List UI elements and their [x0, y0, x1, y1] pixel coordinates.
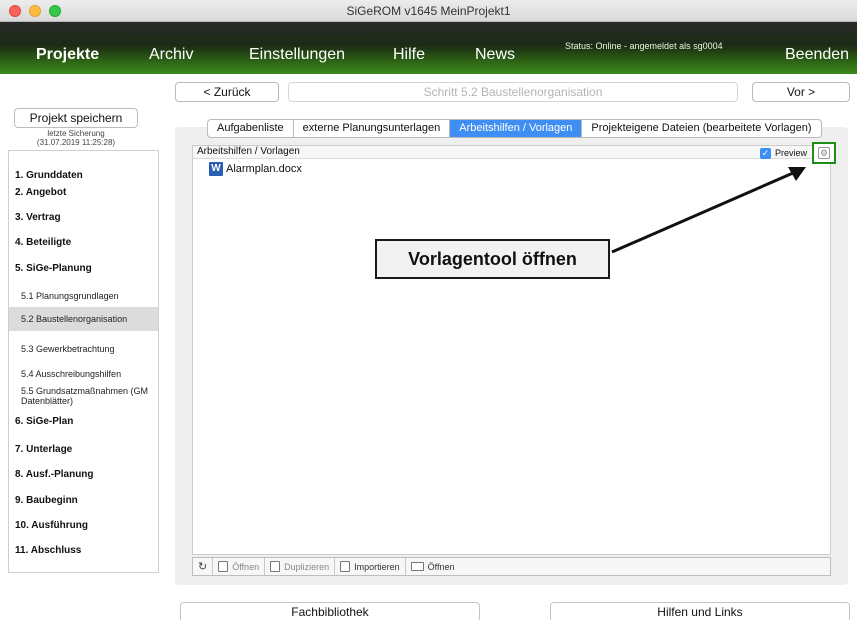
- gear-icon: ⚙: [818, 147, 830, 159]
- window-titlebar: SiGeROM v1645 MeinProjekt1: [0, 0, 857, 22]
- template-tool-button[interactable]: ⚙: [812, 142, 836, 164]
- menu-hilfe[interactable]: Hilfe: [393, 46, 425, 64]
- last-save-time: (31.07.2019 11:25:28): [36, 138, 116, 147]
- import-icon: [340, 561, 351, 572]
- sidebar-item-angebot[interactable]: 2. Angebot: [9, 187, 158, 198]
- tab-arbeitshilfen-vorlagen[interactable]: Arbeitshilfen / Vorlagen: [450, 120, 583, 137]
- panel-header: Arbeitshilfen / Vorlagen ✓ Preview ⚙: [193, 142, 836, 164]
- list-item[interactable]: W Alarmplan.docx: [209, 162, 302, 176]
- quit-button[interactable]: Beenden: [785, 46, 849, 64]
- sidebar-item-grunddaten[interactable]: 1. Grunddaten: [9, 170, 158, 181]
- menu-projekte[interactable]: Projekte: [36, 46, 99, 64]
- online-status: Status: Online - angemeldet als sg0004: [565, 41, 723, 51]
- duplicate-icon: [270, 561, 281, 572]
- last-save-info: letzte Sicherung (31.07.2019 11:25:28): [14, 129, 138, 147]
- refresh-button[interactable]: ↻: [193, 558, 214, 575]
- sidebar-item-sige-planung[interactable]: 5. SiGe-Planung: [9, 263, 158, 274]
- import-label: Importieren: [354, 561, 400, 572]
- step-sidebar: 1. Grunddaten 2. Angebot 3. Vertrag 4. B…: [8, 150, 159, 573]
- sidebar-item-beteiligte[interactable]: 4. Beteiligte: [9, 237, 158, 248]
- sidebar-item-ausschreibungshilfen[interactable]: 5.4 Ausschreibungshilfen: [9, 369, 158, 379]
- main-menubar: Projekte Archiv Einstellungen Hilfe News…: [0, 22, 857, 74]
- sidebar-item-vertrag[interactable]: 3. Vertrag: [9, 212, 158, 223]
- tab-externe-planungsunterlagen[interactable]: externe Planungsunterlagen: [294, 120, 451, 137]
- back-button[interactable]: < Zurück: [175, 82, 279, 102]
- open-button[interactable]: Öffnen: [213, 558, 266, 575]
- sidebar-item-baubeginn[interactable]: 9. Baubeginn: [9, 495, 158, 506]
- file-name: Alarmplan.docx: [226, 163, 302, 175]
- next-button[interactable]: Vor >: [752, 82, 850, 102]
- duplicate-button[interactable]: Duplizieren: [265, 558, 336, 575]
- duplicate-label: Duplizieren: [284, 561, 330, 572]
- open-label: Öffnen: [232, 561, 260, 572]
- menu-einstellungen[interactable]: Einstellungen: [249, 46, 345, 64]
- import-button[interactable]: Importieren: [335, 558, 406, 575]
- step-title: Schritt 5.2 Baustellenorganisation: [288, 82, 738, 102]
- save-project-button[interactable]: Projekt speichern: [14, 108, 138, 128]
- library-button[interactable]: Fachbibliothek: [180, 602, 480, 620]
- help-links-button[interactable]: Hilfen und Links: [550, 602, 850, 620]
- file-toolbar: ↻ Öffnen Duplizieren Importieren Öffnen: [192, 557, 831, 576]
- menu-news[interactable]: News: [475, 46, 515, 64]
- folder-icon: [410, 562, 424, 571]
- sidebar-item-planungsgrundlagen[interactable]: 5.1 Planungsgrundlagen: [9, 291, 158, 301]
- open-folder-button[interactable]: Öffnen: [406, 558, 460, 575]
- tab-aufgabenliste[interactable]: Aufgabenliste: [208, 120, 294, 137]
- word-icon: W: [209, 162, 223, 176]
- sidebar-item-abschluss[interactable]: 11. Abschluss: [9, 545, 158, 556]
- sidebar-item-ausf-planung[interactable]: 8. Ausf.-Planung: [9, 469, 158, 480]
- sidebar-item-sige-plan[interactable]: 6. SiGe-Plan: [9, 416, 158, 427]
- preview-checkbox[interactable]: ✓: [760, 148, 771, 159]
- file-panel: Arbeitshilfen / Vorlagen ✓ Preview ⚙ W A…: [192, 142, 836, 555]
- panel-title: Arbeitshilfen / Vorlagen: [197, 146, 300, 157]
- tab-bar: Aufgabenliste externe Planungsunterlagen…: [207, 119, 822, 138]
- tab-projekteigene-dateien[interactable]: Projekteigene Dateien (bearbeitete Vorla…: [582, 120, 820, 137]
- preview-label: Preview: [775, 148, 808, 158]
- sidebar-item-unterlage[interactable]: 7. Unterlage: [9, 444, 158, 455]
- sidebar-item-grundsatzmassnahmen[interactable]: 5.5 Grundsatzmaßnahmen (GM Datenblätter): [9, 386, 155, 406]
- refresh-icon: ↻: [198, 561, 208, 573]
- sidebar-item-baustellenorganisation[interactable]: 5.2 Baustellenorganisation: [9, 307, 158, 331]
- annotation-callout: Vorlagentool öffnen: [375, 239, 610, 279]
- open-folder-label: Öffnen: [427, 561, 455, 572]
- menu-archiv[interactable]: Archiv: [149, 46, 193, 64]
- window-title: SiGeROM v1645 MeinProjekt1: [346, 4, 511, 18]
- document-icon: [218, 561, 229, 572]
- sidebar-item-gewerkbetrachtung[interactable]: 5.3 Gewerkbetrachtung: [9, 344, 158, 354]
- sidebar-item-ausfuehrung[interactable]: 10. Ausführung: [9, 520, 158, 531]
- last-save-label: letzte Sicherung: [47, 129, 105, 138]
